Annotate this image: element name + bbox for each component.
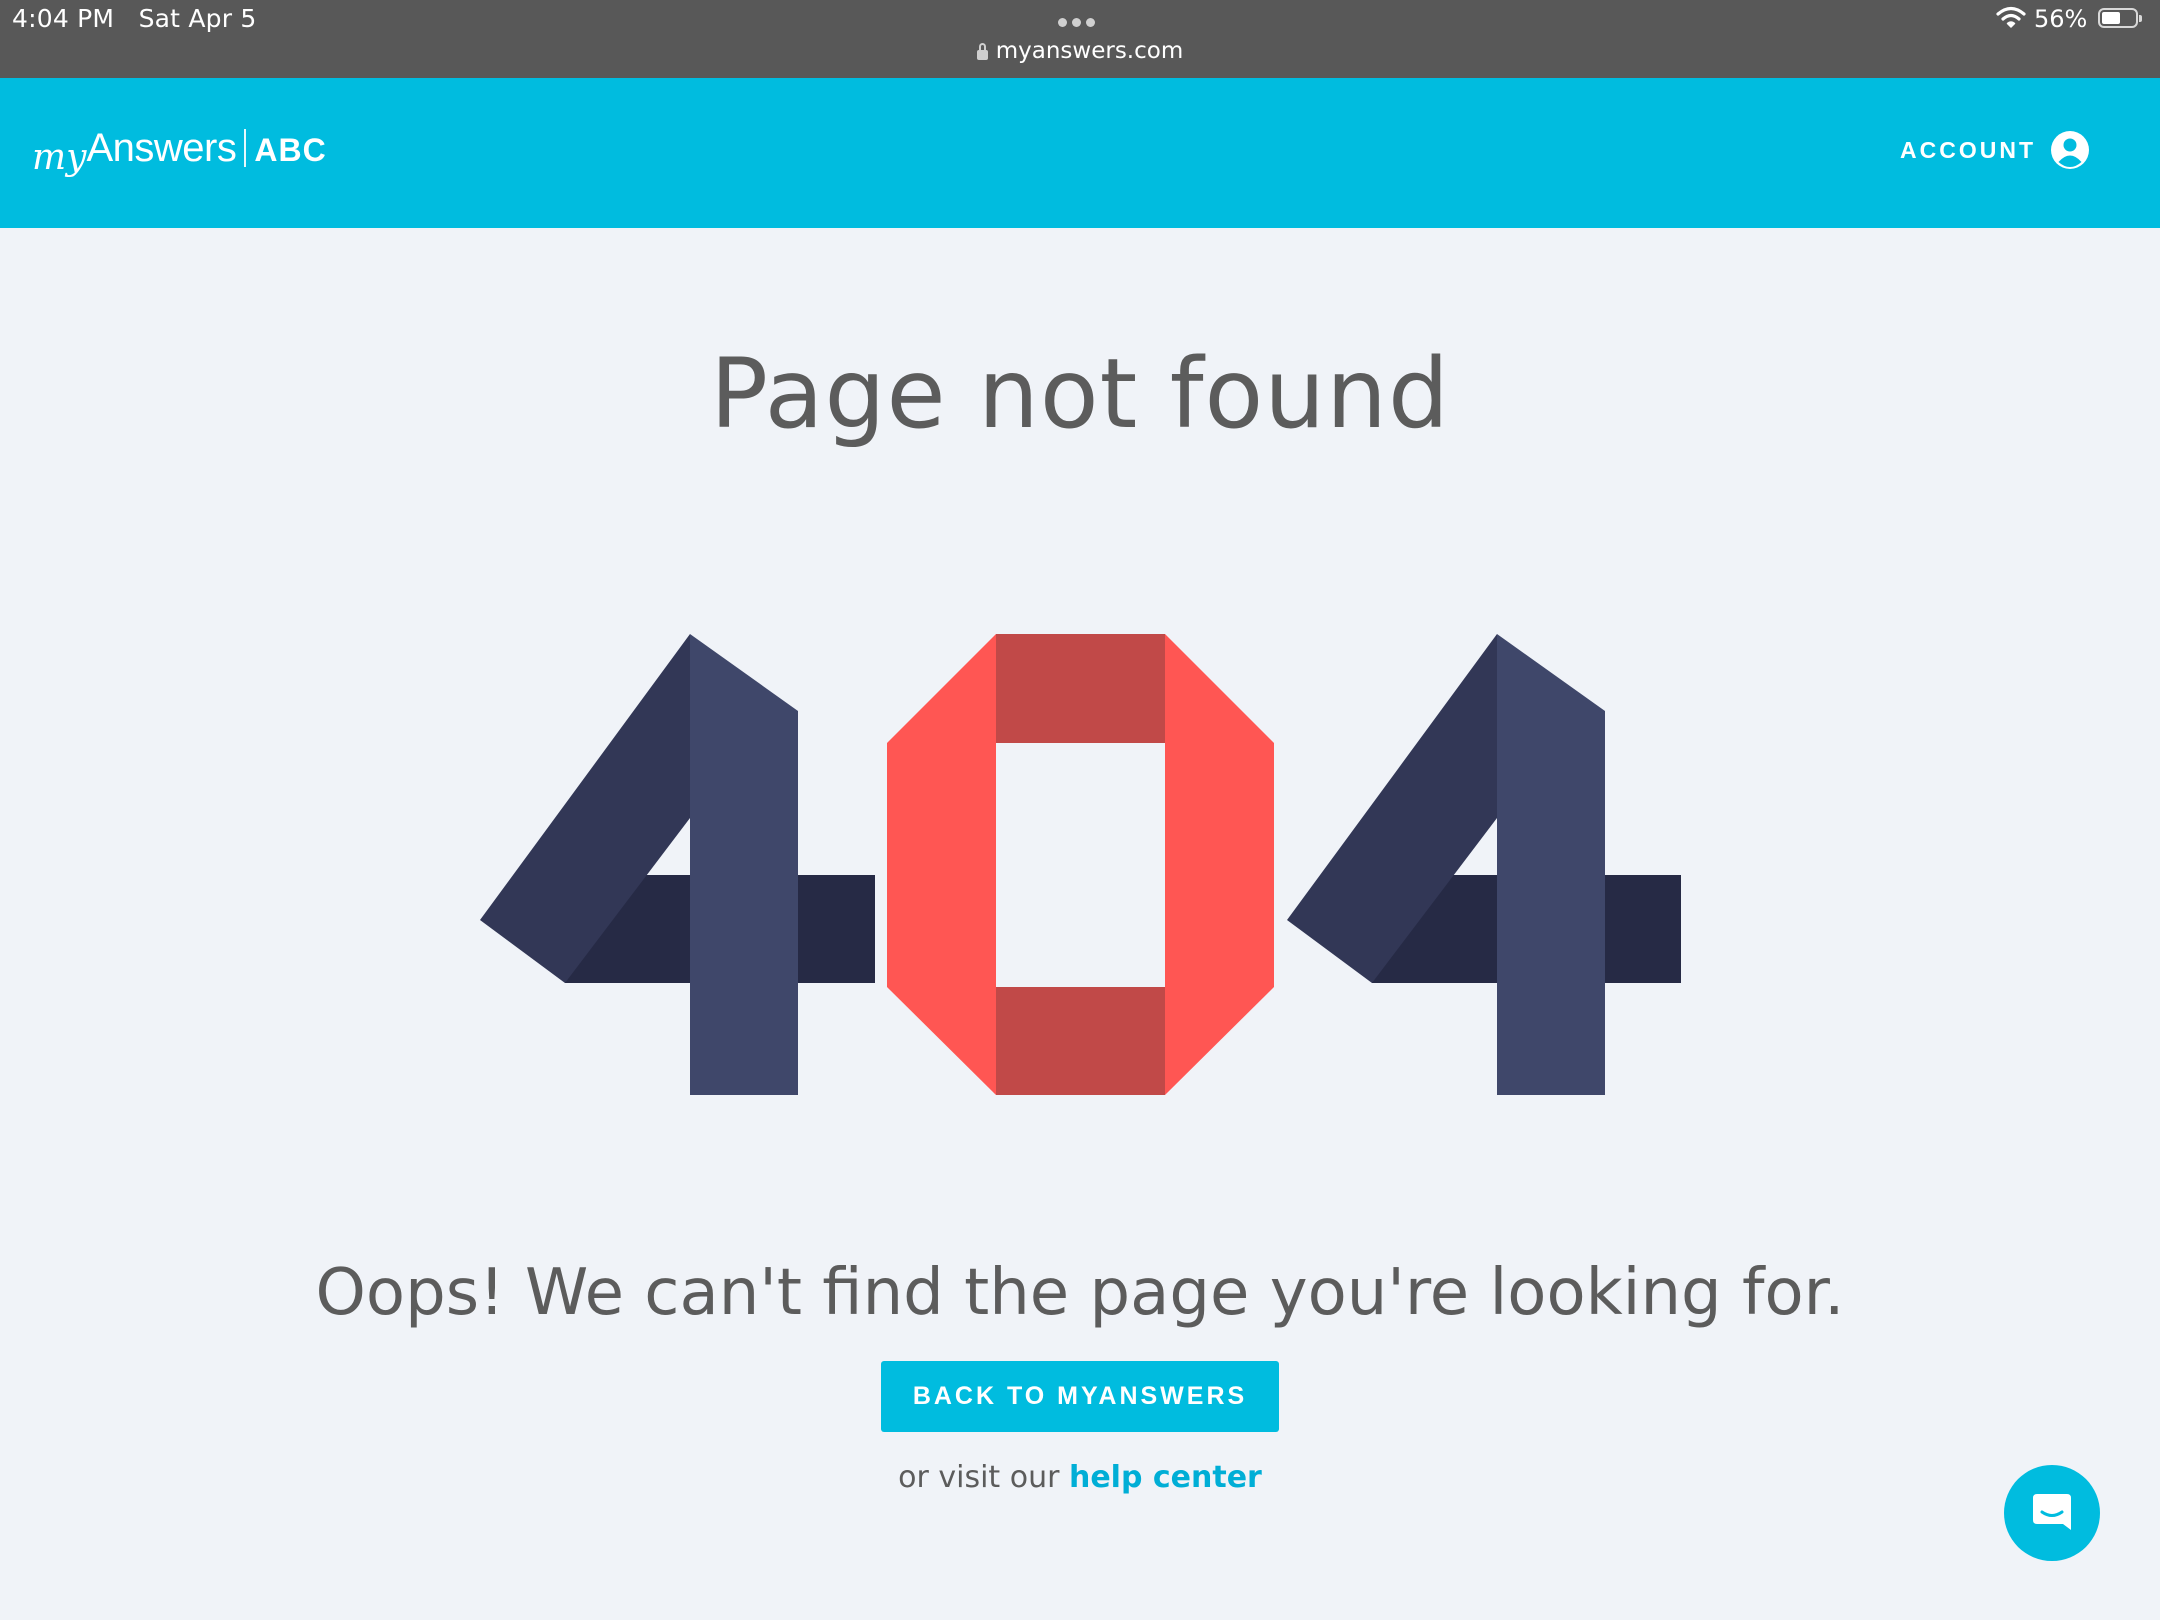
wifi-icon (1996, 6, 2026, 28)
error-message: Oops! We can't find the page you're look… (315, 1256, 1845, 1330)
four-left-stem (690, 634, 798, 1095)
status-date: Sat Apr 5 (138, 4, 257, 33)
address-url: myanswers.com (995, 38, 1184, 64)
help-line: or visit our help center (0, 1460, 2160, 1495)
status-time-date: 4:04 PM Sat Apr 5 (12, 4, 256, 33)
digit-zero (887, 634, 1274, 1095)
tab-more-dots-icon[interactable] (1058, 12, 1102, 27)
battery-percentage: 56% (2034, 5, 2088, 33)
four-right-stem (1497, 634, 1605, 1095)
account-circle-icon (2051, 131, 2089, 169)
account-button[interactable]: ACCOUNT (1900, 128, 2090, 172)
lock-icon (976, 43, 988, 60)
account-label: ACCOUNT (1900, 136, 2036, 163)
site-header: myAnswers ABC ACCOUNT (0, 78, 2160, 228)
page-title: Page not found (710, 338, 1450, 450)
404-illustration (480, 634, 1681, 1095)
digit-four-right (1287, 634, 1681, 1095)
back-to-myanswers-button[interactable]: BACK TO MYANSWERS (881, 1361, 1279, 1432)
status-time: 4:04 PM (12, 4, 115, 33)
logo-divider (244, 129, 247, 167)
zero-bottom-band (996, 987, 1165, 1095)
status-bar: 4:04 PM Sat Apr 5 myanswers.com 56% (0, 0, 2160, 78)
myanswers-abc-logo[interactable]: myAnswers ABC (32, 126, 327, 186)
address-bar[interactable]: myanswers.com (0, 38, 2160, 64)
help-prefix: or visit our (898, 1460, 1060, 1495)
battery-icon (2098, 8, 2142, 28)
help-center-link[interactable]: help center (1069, 1460, 1262, 1495)
chat-launcher-button[interactable] (2004, 1465, 2100, 1561)
logo-answers: Answers (86, 126, 237, 170)
zero-left-side (887, 634, 996, 1095)
logo-abc: ABC (254, 132, 327, 168)
logo-my: my (32, 137, 87, 178)
zero-right-side (1165, 634, 1274, 1095)
zero-top-band (996, 634, 1165, 743)
digit-four-left (480, 634, 875, 1095)
chat-bubble-icon (2033, 1494, 2071, 1530)
